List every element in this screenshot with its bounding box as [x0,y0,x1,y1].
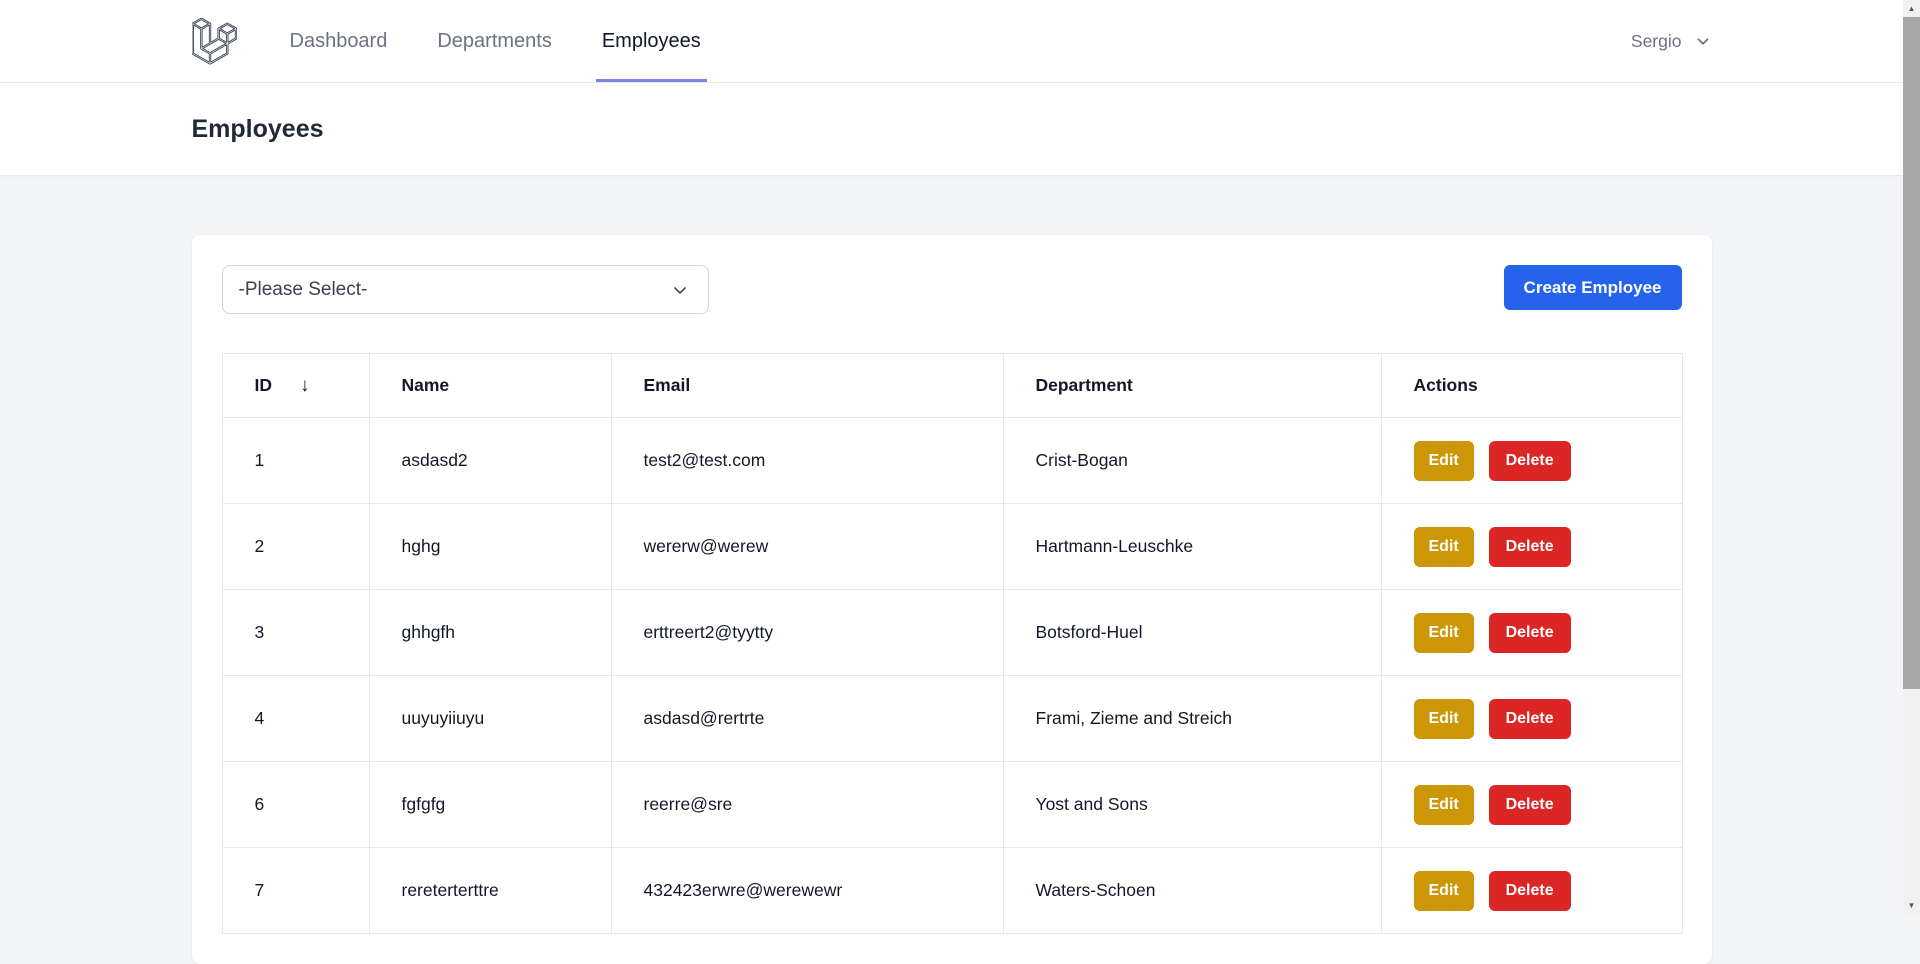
column-header-actions: Actions [1381,354,1682,418]
cell-id: 2 [222,504,369,590]
cell-id: 6 [222,762,369,848]
cell-actions: Edit Delete [1381,848,1682,934]
cell-actions: Edit Delete [1381,762,1682,848]
table-row: 4 uuyuyiiuyu asdasd@rertrte Frami, Zieme… [222,676,1682,762]
cell-id: 4 [222,676,369,762]
cell-id: 7 [222,848,369,934]
delete-button[interactable]: Delete [1489,527,1571,567]
scroll-up-button[interactable]: ▲ [1903,0,1920,17]
cell-department: Waters-Schoen [1003,848,1381,934]
delete-button[interactable]: Delete [1489,871,1571,911]
edit-button[interactable]: Edit [1414,441,1474,481]
nav-item-dashboard[interactable]: Dashboard [284,0,394,82]
cell-email: reerre@sre [611,762,1003,848]
scroll-thumb[interactable] [1903,17,1920,689]
chevron-down-icon [670,280,690,300]
nav-item-departments[interactable]: Departments [431,0,558,82]
cell-email: erttreert2@tyytty [611,590,1003,676]
cell-department: Frami, Zieme and Streich [1003,676,1381,762]
edit-button[interactable]: Edit [1414,871,1474,911]
cell-name: asdasd2 [369,418,611,504]
cell-email: 432423erwre@werewewr [611,848,1003,934]
edit-button[interactable]: Edit [1414,785,1474,825]
laravel-logo-icon [192,18,237,65]
cell-id: 3 [222,590,369,676]
cell-department: Yost and Sons [1003,762,1381,848]
cell-email: test2@test.com [611,418,1003,504]
laravel-logo[interactable] [192,18,237,65]
cell-name: rereterterttre [369,848,611,934]
table-body: 1 asdasd2 test2@test.com Crist-Bogan Edi… [222,418,1682,934]
delete-button[interactable]: Delete [1489,699,1571,739]
department-filter-value: -Please Select- [239,279,368,301]
table-row: 6 fgfgfg reerre@sre Yost and Sons Edit D… [222,762,1682,848]
column-header-department[interactable]: Department [1003,354,1381,418]
table-header-row: ID↓ Name Email Department Actions [222,354,1682,418]
column-header-id[interactable]: ID↓ [222,354,369,418]
main-content: -Please Select- Create Employee [0,175,1903,964]
table-row: 2 hghg wererw@werew Hartmann-Leuschke Ed… [222,504,1682,590]
user-menu-button[interactable]: Sergio [1631,31,1712,52]
cell-name: ghhgfh [369,590,611,676]
employees-card: -Please Select- Create Employee [192,235,1712,964]
table-row: 7 rereterterttre 432423erwre@werewewr Wa… [222,848,1682,934]
table-row: 3 ghhgfh erttreert2@tyytty Botsford-Huel… [222,590,1682,676]
delete-button[interactable]: Delete [1489,785,1571,825]
department-filter-select[interactable]: -Please Select- [222,265,709,314]
cell-actions: Edit Delete [1381,676,1682,762]
user-name: Sergio [1631,31,1682,52]
chevron-down-icon [1694,32,1712,50]
app-page: Dashboard Departments Employees Sergio E… [0,0,1903,914]
cell-actions: Edit Delete [1381,418,1682,504]
employees-table: ID↓ Name Email Department Actions 1 asda… [222,353,1683,934]
nav-item-employees[interactable]: Employees [596,0,707,82]
cell-name: hghg [369,504,611,590]
page-title: Employees [192,115,1712,144]
cell-actions: Edit Delete [1381,504,1682,590]
create-employee-button[interactable]: Create Employee [1504,265,1682,310]
page-header: Employees [0,83,1903,175]
cell-department: Hartmann-Leuschke [1003,504,1381,590]
edit-button[interactable]: Edit [1414,613,1474,653]
sort-descending-icon: ↓ [300,375,310,397]
cell-email: wererw@werew [611,504,1003,590]
cell-department: Crist-Bogan [1003,418,1381,504]
column-header-name[interactable]: Name [369,354,611,418]
edit-button[interactable]: Edit [1414,699,1474,739]
cell-department: Botsford-Huel [1003,590,1381,676]
cell-name: uuyuyiiuyu [369,676,611,762]
edit-button[interactable]: Edit [1414,527,1474,567]
top-nav: Dashboard Departments Employees Sergio [0,0,1903,83]
cell-email: asdasd@rertrte [611,676,1003,762]
vertical-scrollbar[interactable]: ▲ ▼ [1903,0,1920,914]
scroll-down-button[interactable]: ▼ [1903,897,1920,914]
delete-button[interactable]: Delete [1489,441,1571,481]
nav-links: Dashboard Departments Employees [284,0,707,82]
table-row: 1 asdasd2 test2@test.com Crist-Bogan Edi… [222,418,1682,504]
cell-actions: Edit Delete [1381,590,1682,676]
toolbar: -Please Select- Create Employee [222,265,1682,314]
delete-button[interactable]: Delete [1489,613,1571,653]
cell-id: 1 [222,418,369,504]
column-header-email[interactable]: Email [611,354,1003,418]
cell-name: fgfgfg [369,762,611,848]
